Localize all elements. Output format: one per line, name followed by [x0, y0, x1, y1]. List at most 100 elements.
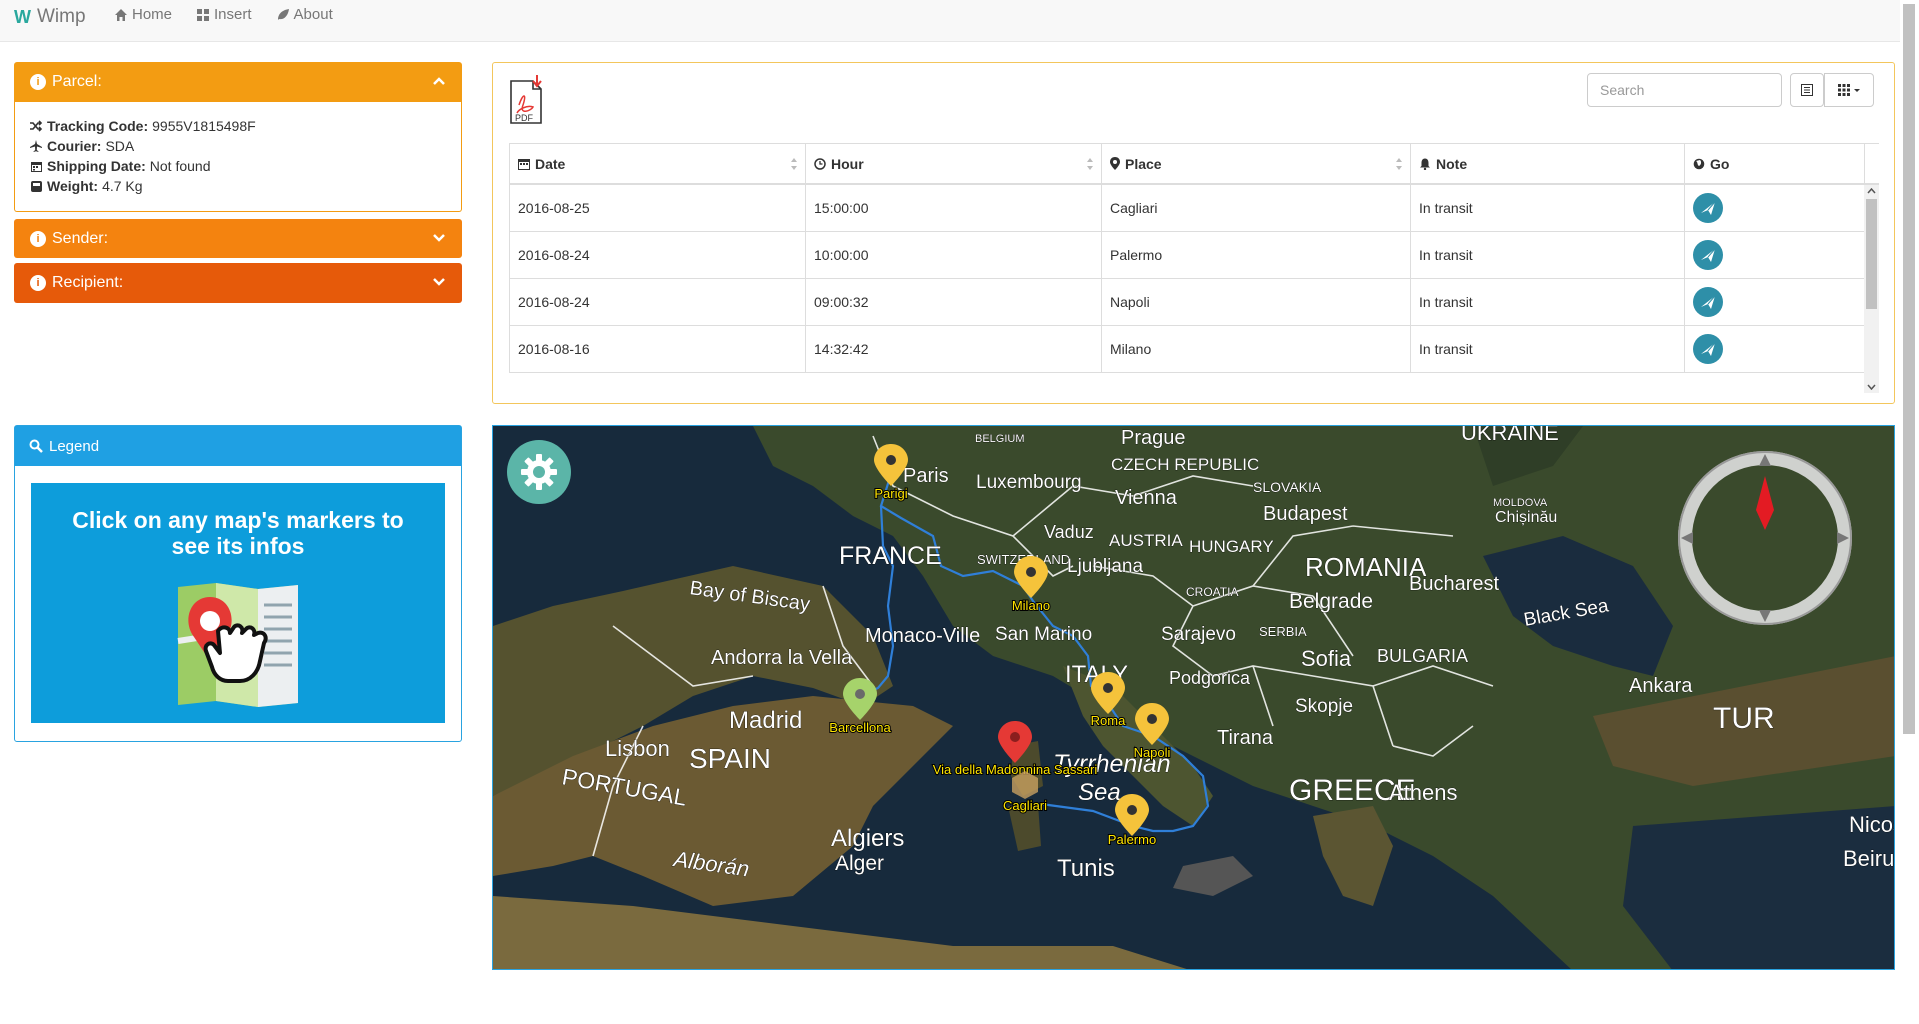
map-place-label: BULGARIA — [1377, 646, 1468, 666]
map-place-label: FRANCE — [839, 542, 942, 570]
map-place-label: Skopje — [1295, 696, 1353, 717]
table-row: 2016-08-25 15:00:00 Cagliari In transit — [509, 185, 1879, 232]
sort-icon — [1087, 158, 1093, 170]
parcel-title: Parcel: — [52, 73, 102, 90]
map-marker-label: Palermo — [1108, 832, 1156, 847]
page-scrollbar[interactable] — [1900, 0, 1919, 1024]
sender-title: Sender: — [52, 229, 109, 247]
brand[interactable]: W Wimp — [14, 6, 86, 28]
nav-insert[interactable]: Insert — [196, 6, 252, 23]
cell-hour: 10:00:00 — [805, 232, 1101, 278]
cell-go — [1684, 279, 1865, 325]
grid-icon — [1838, 84, 1860, 96]
cell-note: In transit — [1410, 326, 1684, 372]
chevron-down-icon — [432, 230, 446, 248]
scroll-up-icon[interactable] — [1867, 188, 1876, 194]
cell-date: 2016-08-24 — [509, 232, 805, 278]
search-input[interactable] — [1587, 73, 1782, 107]
parcel-panel-header[interactable]: i Parcel: — [14, 62, 462, 102]
chevron-up-icon — [432, 73, 446, 91]
tracking-table: Date Hour Place Note Go 2016-08-25 15:00… — [509, 143, 1879, 393]
page-scrollbar-thumb[interactable] — [1903, 4, 1915, 734]
table-scrollbar-thumb[interactable] — [1866, 199, 1877, 309]
pdf-download-icon[interactable]: PDF — [509, 75, 545, 130]
pdf-label: PDF — [515, 113, 534, 123]
map-place-label: Sarajevo — [1161, 624, 1236, 645]
map-place-label: Beirut — [1843, 846, 1895, 871]
column-note-label: Note — [1436, 155, 1468, 172]
map-place-label: Sea — [1078, 779, 1121, 806]
brand-logo-icon: W — [14, 6, 31, 27]
table-header: Date Hour Place Note Go — [509, 143, 1879, 185]
map-place-label: Madrid — [729, 707, 802, 734]
map-place-label: CROATIA — [1186, 585, 1238, 599]
courier-row: Courier: SDA — [29, 136, 447, 156]
map-view[interactable]: Paris Luxembourg Prague CZECH REPUBLIC V… — [492, 425, 1895, 970]
column-hour-label: Hour — [831, 155, 864, 172]
map-place-label: Ankara — [1629, 675, 1693, 697]
table-scrollbar[interactable] — [1864, 185, 1879, 393]
column-date[interactable]: Date — [509, 144, 805, 183]
legend-header: Legend — [15, 426, 461, 466]
nav-about[interactable]: About — [276, 6, 333, 23]
cell-note: In transit — [1410, 279, 1684, 325]
courier-label: Courier: — [47, 138, 102, 154]
nav-home[interactable]: Home — [114, 6, 172, 23]
calendar-icon — [518, 158, 530, 170]
map-marker-label: Milano — [1012, 598, 1050, 613]
map-marker-label: Roma — [1091, 713, 1126, 728]
cell-place: Napoli — [1101, 279, 1410, 325]
go-to-location-button[interactable] — [1693, 287, 1723, 317]
column-go-label: Go — [1710, 155, 1730, 172]
map-place-label: Tunis — [1057, 855, 1115, 882]
map-place-label: TUR — [1713, 702, 1775, 735]
go-to-location-button[interactable] — [1693, 193, 1723, 223]
map-place-label: Algiers — [831, 825, 904, 852]
shuffle-icon — [29, 119, 43, 133]
list-view-button[interactable] — [1790, 73, 1824, 107]
recipient-title: Recipient: — [52, 274, 124, 291]
send-icon — [1701, 248, 1716, 262]
tracking-row: Tracking Code: 9955V1815498F — [29, 116, 447, 136]
column-note[interactable]: Note — [1410, 144, 1684, 183]
map-place-label: Alger — [835, 852, 884, 875]
map-place-label: Podgorica — [1169, 668, 1251, 688]
go-to-location-button[interactable] — [1693, 334, 1723, 364]
chevron-down-icon — [432, 274, 446, 292]
table-body: 2016-08-25 15:00:00 Cagliari In transit … — [509, 185, 1879, 391]
leaf-icon — [277, 8, 289, 20]
column-hour[interactable]: Hour — [805, 144, 1101, 183]
recipient-panel-header[interactable]: i Recipient: — [14, 263, 462, 303]
column-go: Go — [1684, 144, 1865, 183]
map-place-label: Ljubljana — [1067, 556, 1143, 577]
compass-icon[interactable] — [1675, 448, 1855, 628]
cell-place: Palermo — [1101, 232, 1410, 278]
sender-panel-header[interactable]: i Sender: — [14, 219, 462, 258]
info-icon: i — [30, 275, 46, 291]
map-place-label: HUNGARY — [1189, 537, 1274, 556]
info-icon: i — [30, 230, 46, 247]
sort-icon — [1396, 158, 1402, 170]
plane-icon — [29, 139, 43, 153]
columns-dropdown-button[interactable] — [1824, 73, 1874, 107]
send-icon — [1701, 342, 1716, 356]
scroll-down-icon[interactable] — [1867, 384, 1876, 390]
cell-place: Cagliari — [1101, 185, 1410, 231]
map-place-label: Lisbon — [605, 736, 670, 761]
go-to-location-button[interactable] — [1693, 240, 1723, 270]
column-place[interactable]: Place — [1101, 144, 1410, 183]
table-row: 2016-08-24 09:00:32 Napoli In transit — [509, 279, 1879, 326]
map-marker-icon — [1110, 157, 1120, 170]
map-place-label: Nicosia — [1849, 812, 1895, 837]
map-place-label: UKRAINE — [1461, 426, 1559, 445]
map-place-label: Sofia — [1301, 646, 1352, 671]
search-icon — [29, 439, 43, 453]
map-marker-label: Cagliari — [1003, 798, 1047, 813]
map-place-label: BELGIUM — [975, 433, 1025, 445]
brand-name: Wimp — [37, 6, 86, 27]
map-place-label: SLOVAKIA — [1253, 479, 1322, 495]
table-row: 2016-08-16 14:32:42 Milano In transit — [509, 326, 1879, 373]
map-settings-button[interactable] — [507, 440, 571, 504]
send-icon — [1701, 201, 1716, 215]
weight-label: Weight: — [47, 178, 99, 194]
